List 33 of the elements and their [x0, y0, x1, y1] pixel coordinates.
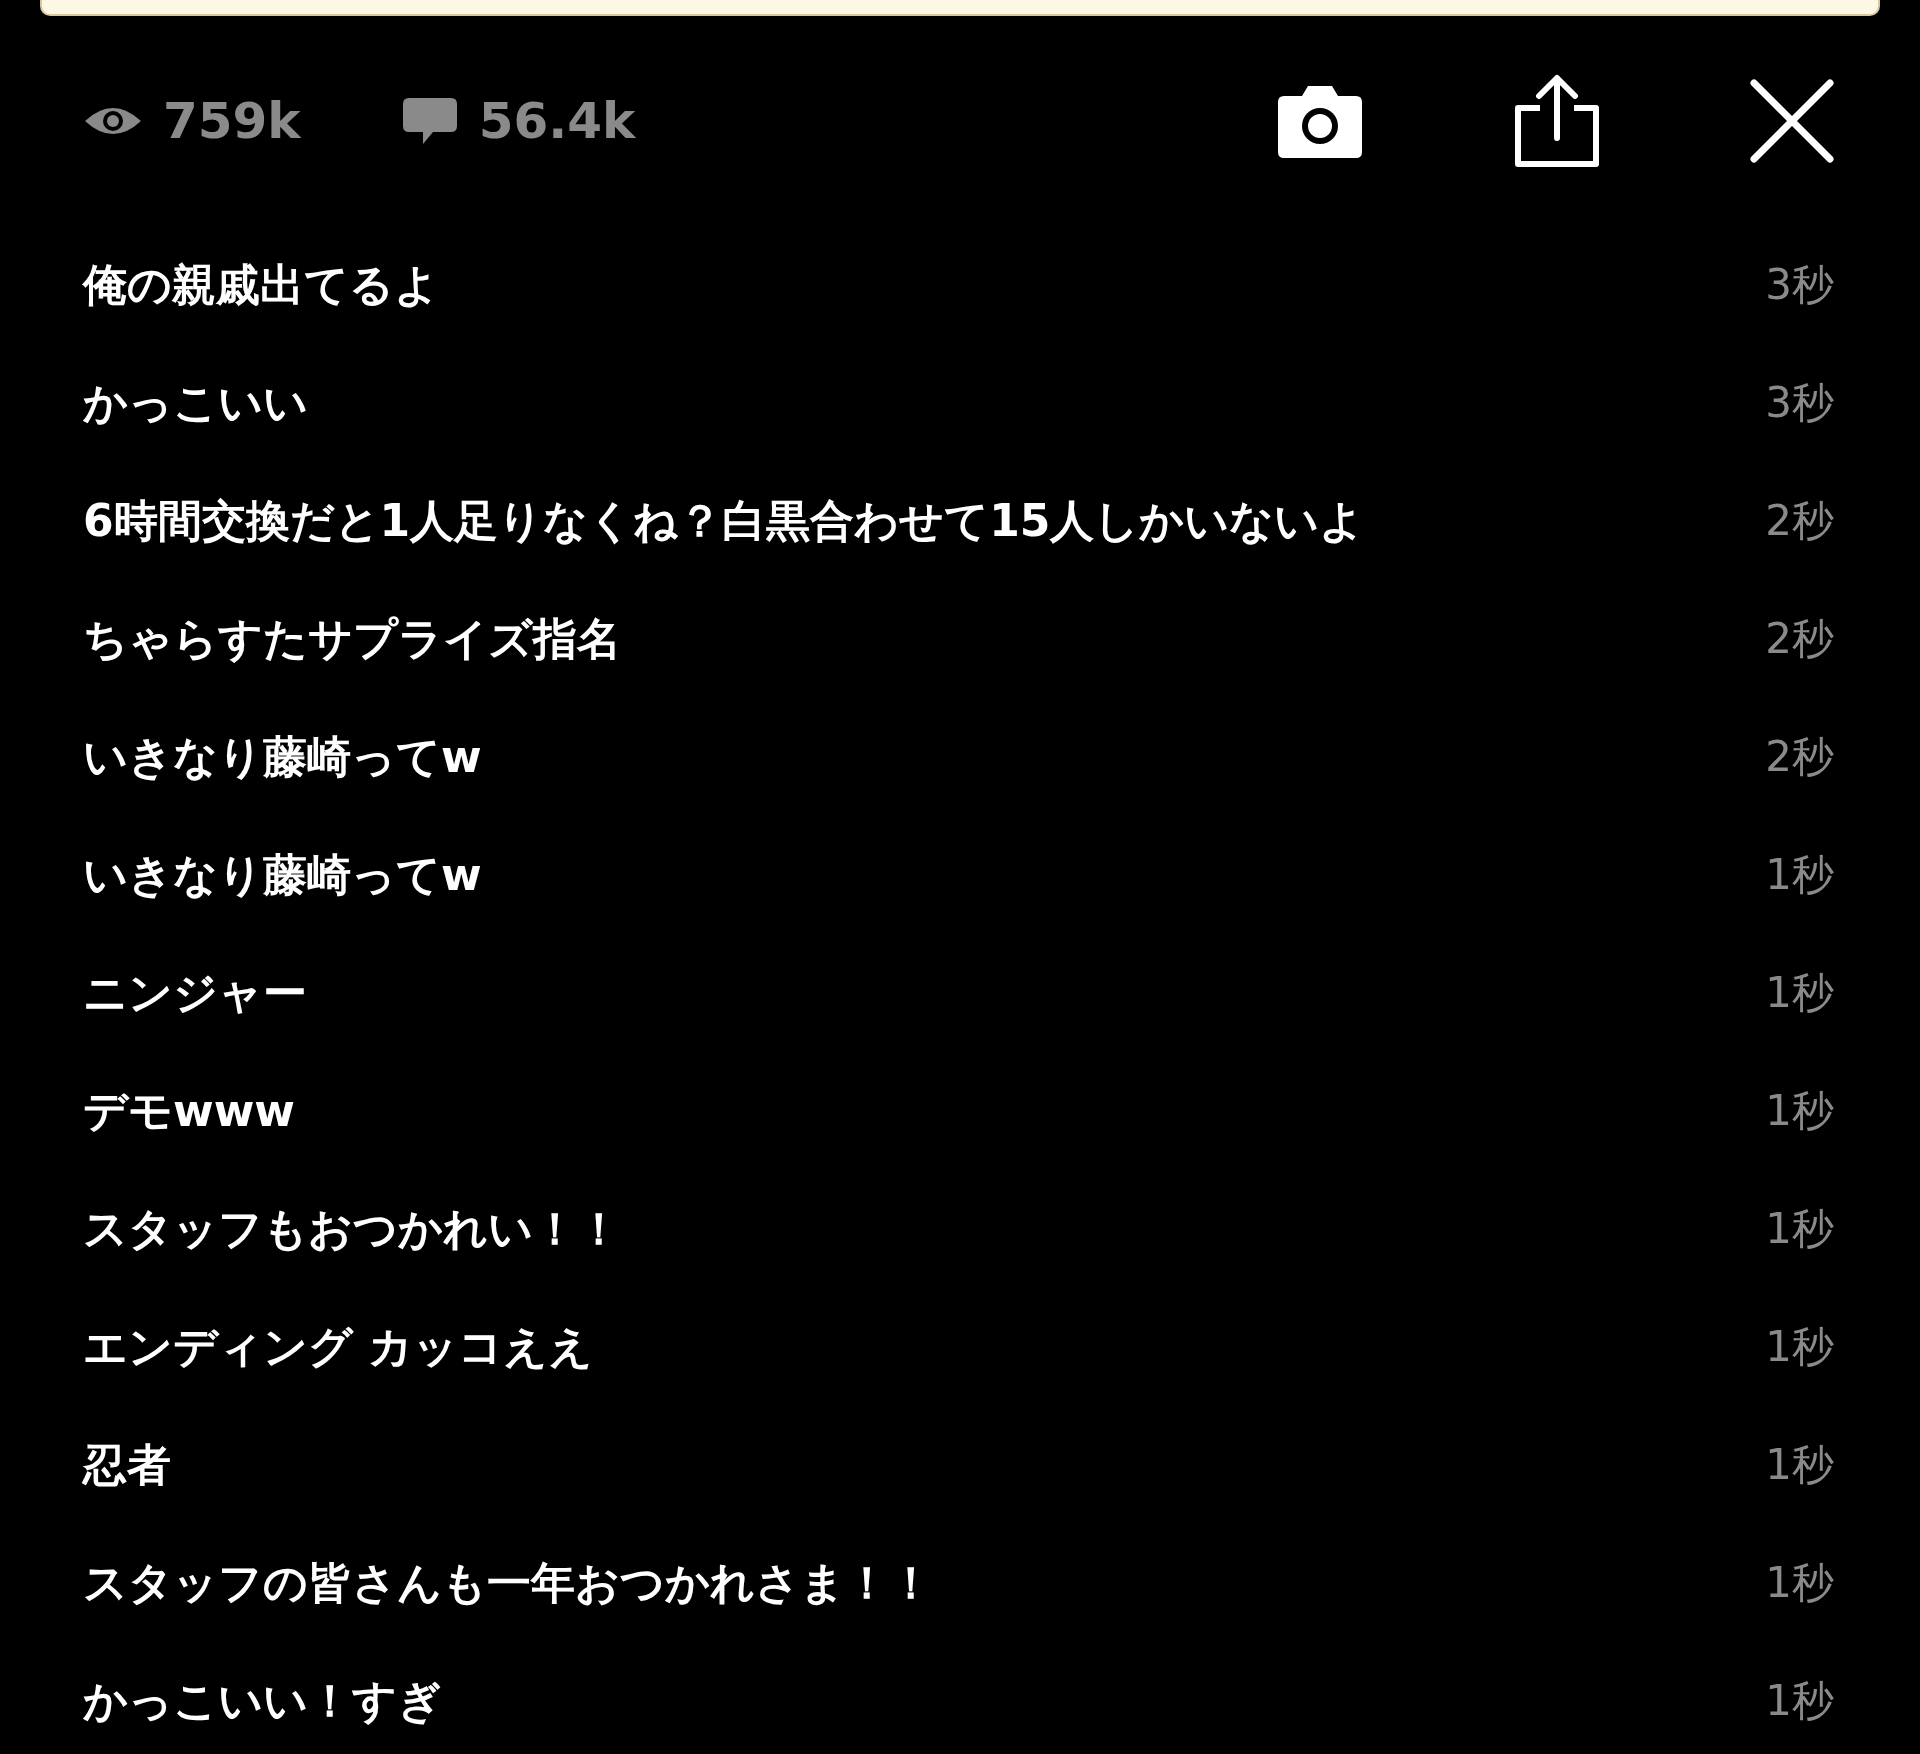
- view-count: 759k: [163, 92, 301, 150]
- comment-time: 1秒: [1765, 849, 1834, 901]
- comment-text: エンディング カッコええ: [83, 1319, 594, 1374]
- close-icon: [1750, 79, 1834, 163]
- comment-time: 3秒: [1765, 377, 1834, 429]
- comment-time: 1秒: [1765, 1321, 1834, 1373]
- share-button[interactable]: [1512, 74, 1602, 168]
- comment-time: 1秒: [1765, 1439, 1834, 1491]
- comment-time: 3秒: [1765, 259, 1834, 311]
- comment-text: 俺の親戚出てるよ: [83, 257, 439, 312]
- comment-text: いきなり藤崎ってw: [83, 847, 482, 902]
- comment-time: 2秒: [1765, 731, 1834, 783]
- comment-time: 1秒: [1765, 1203, 1834, 1255]
- comment-text: かっこいい: [83, 375, 308, 430]
- speech-bubble-icon: [400, 96, 459, 146]
- comment-time: 2秒: [1765, 613, 1834, 665]
- comment-text: かっこいい！すぎ: [83, 1673, 442, 1728]
- comment-text: いきなり藤崎ってw: [83, 729, 482, 784]
- comment-text: 6時間交換だと1人足りなくね？白黒合わせて15人しかいないよ: [83, 493, 1365, 548]
- comment-text: ニンジャー: [83, 965, 307, 1020]
- comment-text: デモwww: [83, 1083, 295, 1138]
- comment-time: 1秒: [1765, 1675, 1834, 1727]
- close-button[interactable]: [1750, 79, 1834, 163]
- comment-text: 忍者: [83, 1437, 171, 1492]
- comment-time: 1秒: [1765, 967, 1834, 1019]
- comment-count: 56.4k: [478, 92, 636, 150]
- comment-text: ちゃらすたサプライズ指名: [83, 611, 621, 666]
- comment-text: スタッフもおつかれい！！: [83, 1201, 621, 1256]
- comment-time: 2秒: [1765, 495, 1834, 547]
- comment-time: 1秒: [1765, 1557, 1834, 1609]
- comment-time: 1秒: [1765, 1085, 1834, 1137]
- comment-text: スタッフの皆さんも一年おつかれさま！！: [83, 1555, 933, 1610]
- share-icon: [1512, 74, 1602, 168]
